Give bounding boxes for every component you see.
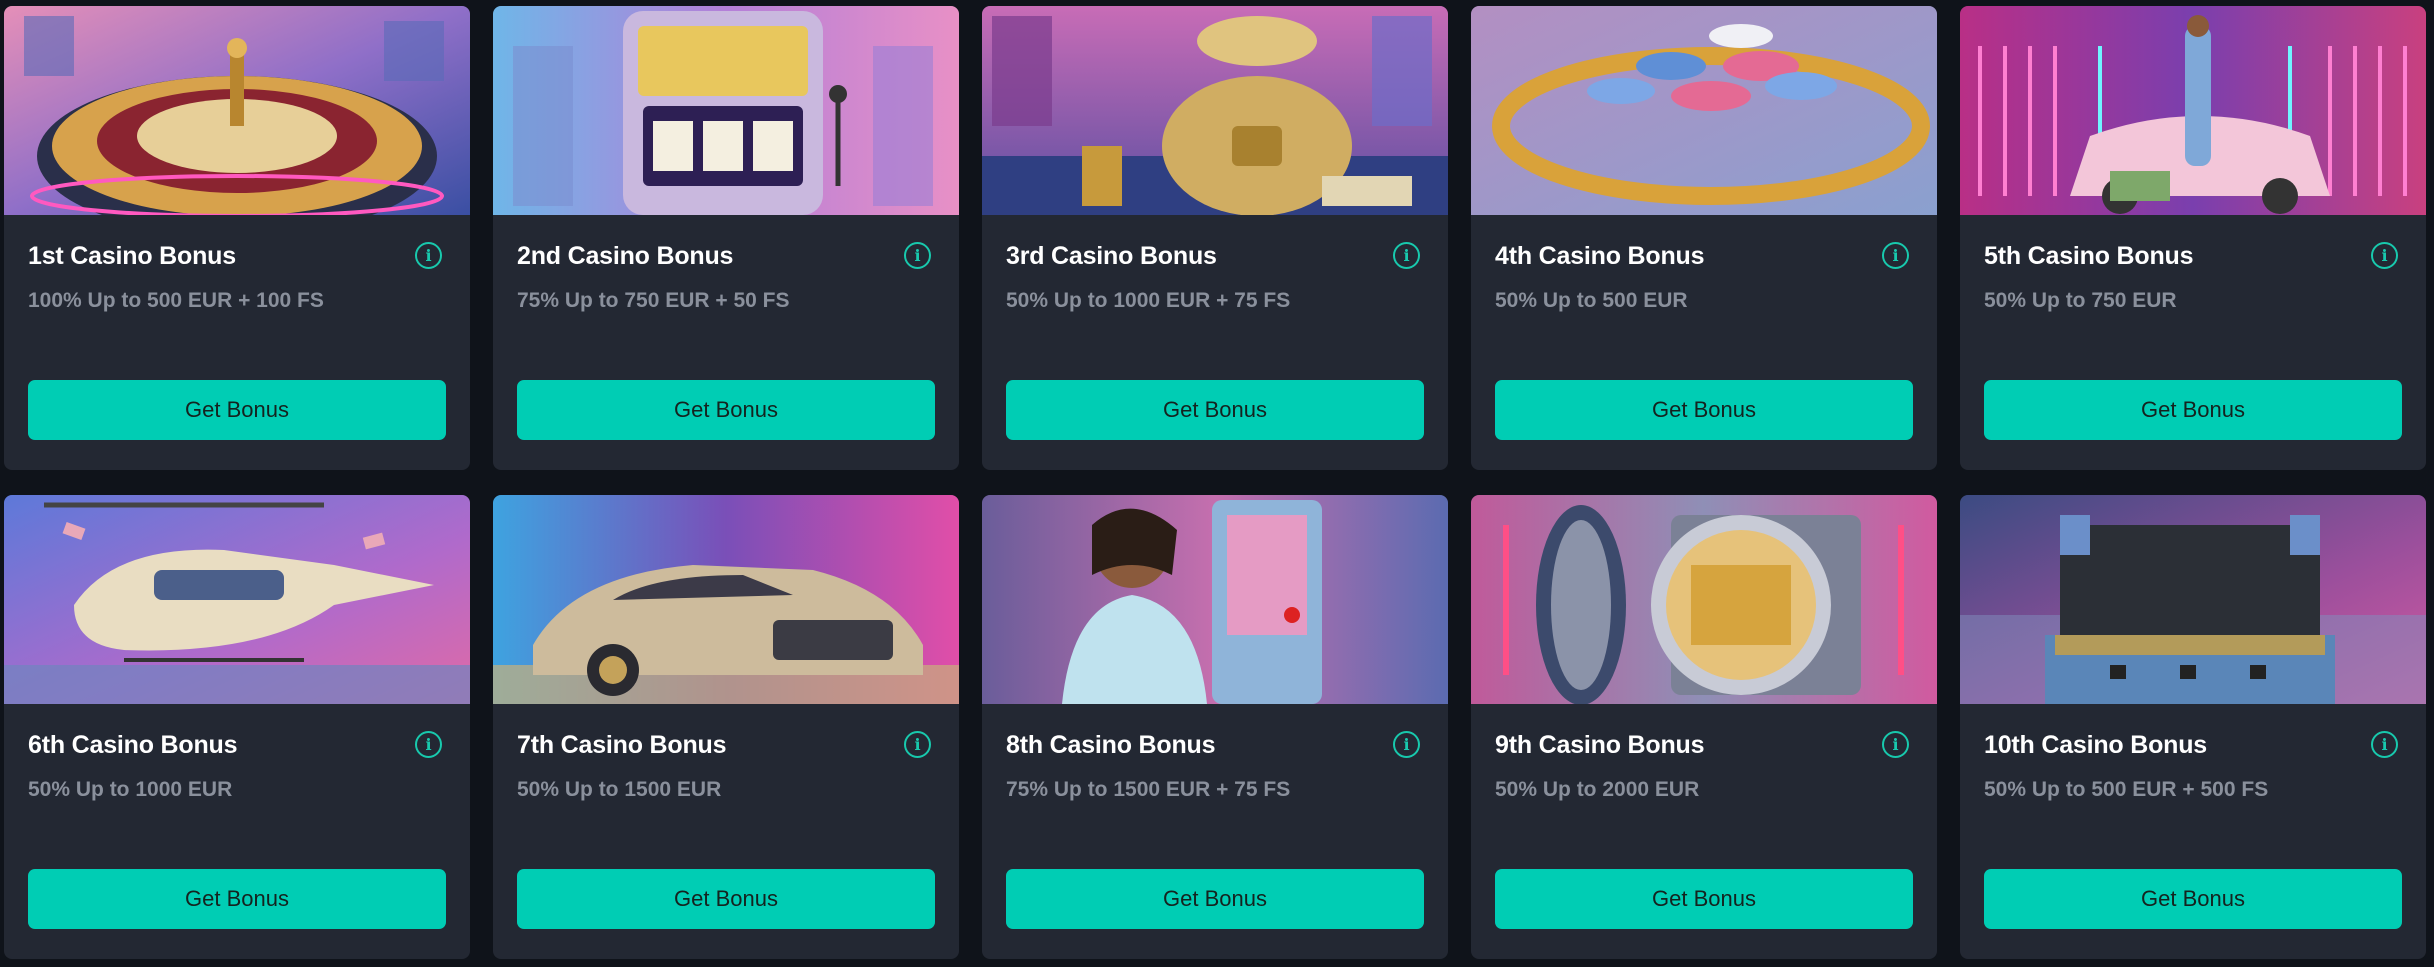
get-bonus-button[interactable]: Get Bonus xyxy=(517,380,935,440)
get-bonus-button[interactable]: Get Bonus xyxy=(1006,869,1424,929)
info-icon[interactable]: i xyxy=(2371,731,2398,758)
bonus-card: 2nd Casino Bonus i 75% Up to 750 EUR + 5… xyxy=(493,6,959,470)
info-icon[interactable]: i xyxy=(1882,242,1909,269)
bonus-title: 6th Casino Bonus xyxy=(28,731,238,759)
bonus-card: 10th Casino Bonus i 50% Up to 500 EUR + … xyxy=(1960,495,2426,959)
slot-machine-image xyxy=(493,6,959,215)
get-bonus-button[interactable]: Get Bonus xyxy=(1006,380,1424,440)
gold-vault-image xyxy=(1471,495,1937,704)
info-icon[interactable]: i xyxy=(904,242,931,269)
info-icon[interactable]: i xyxy=(1393,242,1420,269)
bonus-card: 7th Casino Bonus i 50% Up to 1500 EUR Ge… xyxy=(493,495,959,959)
bonus-offer: 75% Up to 750 EUR + 50 FS xyxy=(517,289,790,312)
bonus-offer: 50% Up to 2000 EUR xyxy=(1495,778,1700,801)
treasure-suitcase-image xyxy=(1960,495,2426,704)
bonus-title: 10th Casino Bonus xyxy=(1984,731,2208,759)
info-icon[interactable]: i xyxy=(904,731,931,758)
get-bonus-button[interactable]: Get Bonus xyxy=(28,869,446,929)
bonus-card: 4th Casino Bonus i 50% Up to 500 EUR Get… xyxy=(1471,6,1937,470)
get-bonus-button[interactable]: Get Bonus xyxy=(28,380,446,440)
bonus-offer: 50% Up to 500 EUR xyxy=(1495,289,1688,312)
get-bonus-button[interactable]: Get Bonus xyxy=(1495,380,1913,440)
roulette-wheel-image xyxy=(4,6,470,215)
bonus-grid: 1st Casino Bonus i 100% Up to 500 EUR + … xyxy=(4,6,2426,959)
bonus-card: 8th Casino Bonus i 75% Up to 1500 EUR + … xyxy=(982,495,1448,959)
bonus-card: 5th Casino Bonus i 50% Up to 750 EUR Get… xyxy=(1960,6,2426,470)
info-icon[interactable]: i xyxy=(415,242,442,269)
luxury-car-image xyxy=(493,495,959,704)
get-bonus-button[interactable]: Get Bonus xyxy=(1495,869,1913,929)
gold-money-bag-image xyxy=(982,6,1448,215)
bonus-title: 8th Casino Bonus xyxy=(1006,731,1216,759)
bonus-offer: 75% Up to 1500 EUR + 75 FS xyxy=(1006,778,1291,801)
bonus-card: 9th Casino Bonus i 50% Up to 2000 EUR Ge… xyxy=(1471,495,1937,959)
info-icon[interactable]: i xyxy=(415,731,442,758)
get-bonus-button[interactable]: Get Bonus xyxy=(1984,869,2402,929)
bonus-card: 3rd Casino Bonus i 50% Up to 1000 EUR + … xyxy=(982,6,1448,470)
woman-at-slot-machine-image xyxy=(982,495,1448,704)
info-icon[interactable]: i xyxy=(1882,731,1909,758)
info-icon[interactable]: i xyxy=(2371,242,2398,269)
bonus-title: 2nd Casino Bonus xyxy=(517,242,734,270)
bonus-card: 6th Casino Bonus i 50% Up to 1000 EUR Ge… xyxy=(4,495,470,959)
bonus-offer: 50% Up to 750 EUR xyxy=(1984,289,2177,312)
bonus-title: 9th Casino Bonus xyxy=(1495,731,1705,759)
bonus-title: 4th Casino Bonus xyxy=(1495,242,1705,270)
bonus-card: 1st Casino Bonus i 100% Up to 500 EUR + … xyxy=(4,6,470,470)
get-bonus-button[interactable]: Get Bonus xyxy=(517,869,935,929)
helicopter-image xyxy=(4,495,470,704)
woman-with-sports-car-image xyxy=(1960,6,2426,215)
bonus-offer: 50% Up to 1500 EUR xyxy=(517,778,722,801)
info-icon[interactable]: i xyxy=(1393,731,1420,758)
bonus-title: 7th Casino Bonus xyxy=(517,731,727,759)
bonus-title: 3rd Casino Bonus xyxy=(1006,242,1217,270)
bonus-offer: 100% Up to 500 EUR + 100 FS xyxy=(28,289,324,312)
bonus-title: 5th Casino Bonus xyxy=(1984,242,2194,270)
get-bonus-button[interactable]: Get Bonus xyxy=(1984,380,2402,440)
bonus-offer: 50% Up to 1000 EUR + 75 FS xyxy=(1006,289,1291,312)
bonus-offer: 50% Up to 1000 EUR xyxy=(28,778,233,801)
bonus-offer: 50% Up to 500 EUR + 500 FS xyxy=(1984,778,2269,801)
bonus-title: 1st Casino Bonus xyxy=(28,242,236,270)
chips-and-gold-chain-image xyxy=(1471,6,1937,215)
